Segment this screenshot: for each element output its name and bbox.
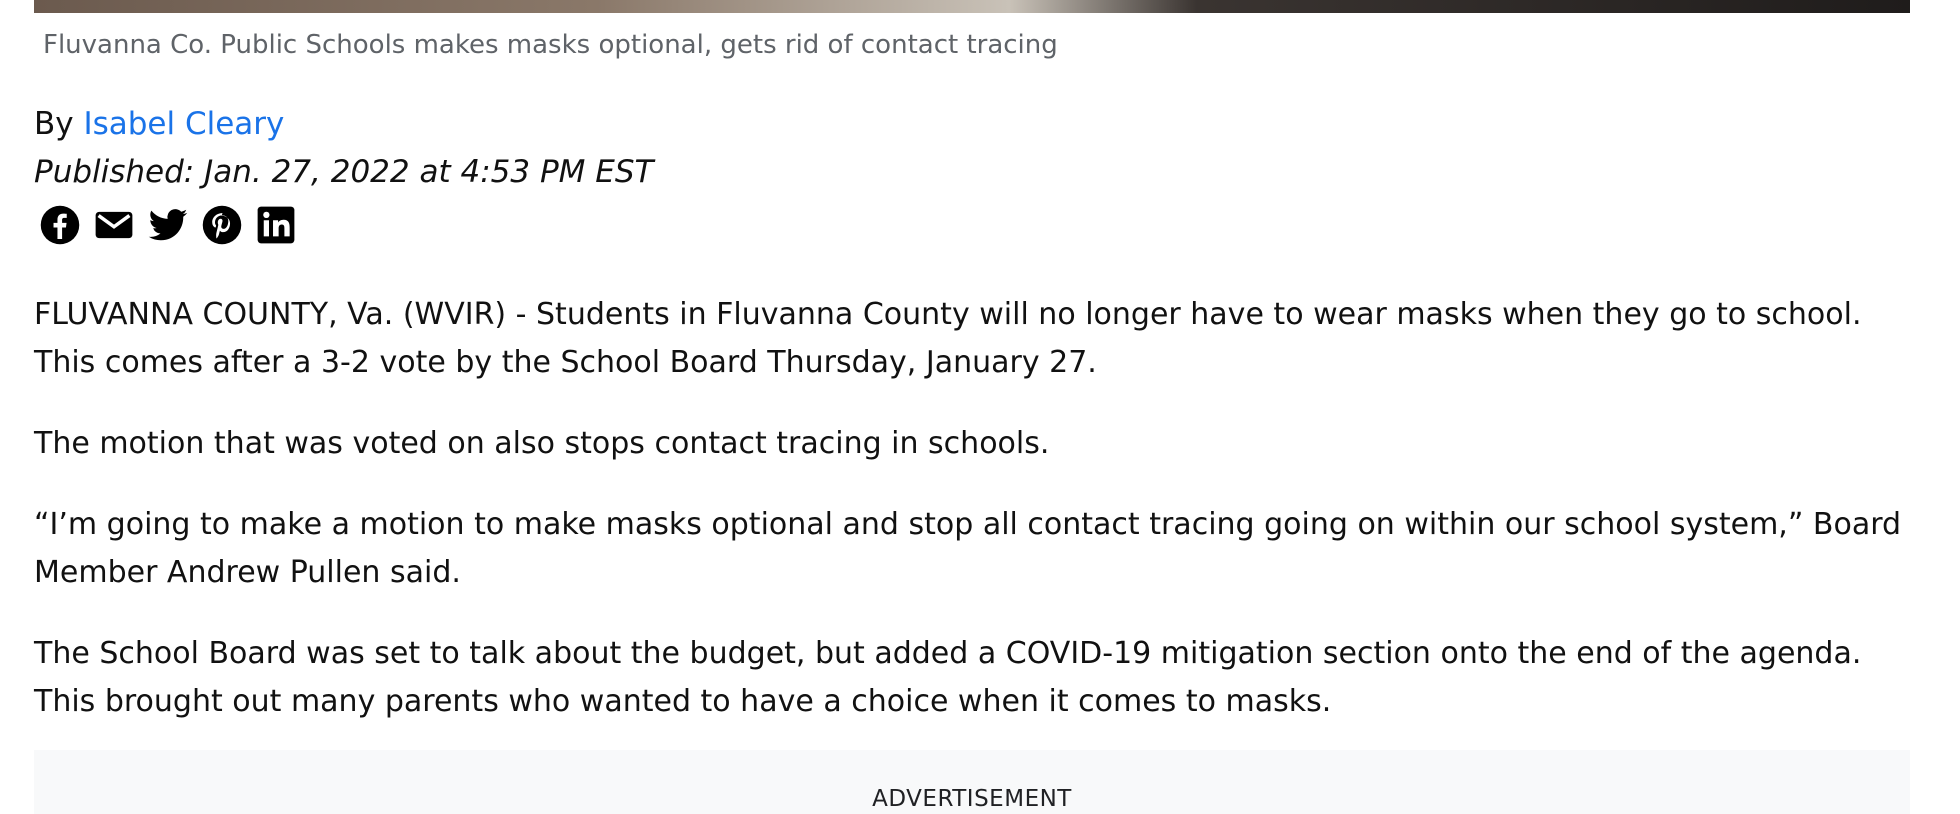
share-twitter-button[interactable] <box>146 203 190 247</box>
share-facebook-button[interactable] <box>38 203 82 247</box>
byline-prefix: By <box>34 106 84 142</box>
linkedin-icon <box>257 206 295 244</box>
share-email-button[interactable] <box>92 203 136 247</box>
share-bar <box>38 203 298 247</box>
hero-image <box>34 0 1910 13</box>
share-linkedin-button[interactable] <box>254 203 298 247</box>
facebook-icon <box>40 205 80 245</box>
advertisement-block: ADVERTISEMENT <box>34 750 1910 814</box>
advertisement-label: ADVERTISEMENT <box>872 786 1072 812</box>
article-paragraph: FLUVANNA COUNTY, Va. (WVIR) - Students i… <box>34 297 1862 380</box>
article-paragraph: “I’m going to make a motion to make mask… <box>34 507 1902 590</box>
published-date: Published: Jan. 27, 2022 at 4:53 PM EST <box>34 154 654 190</box>
byline: By Isabel Cleary <box>34 106 284 142</box>
article-paragraph: The motion that was voted on also stops … <box>34 426 1050 461</box>
image-caption: Fluvanna Co. Public Schools makes masks … <box>43 30 1058 60</box>
author-link[interactable]: Isabel Cleary <box>83 106 284 142</box>
email-icon <box>95 211 133 239</box>
pinterest-icon <box>202 205 242 245</box>
article-page: Fluvanna Co. Public Schools makes masks … <box>0 0 1960 814</box>
article-body: FLUVANNA COUNTY, Va. (WVIR) - Students i… <box>34 291 1914 759</box>
twitter-icon <box>148 209 188 241</box>
article-paragraph: The School Board was set to talk about t… <box>34 636 1862 719</box>
share-pinterest-button[interactable] <box>200 203 244 247</box>
